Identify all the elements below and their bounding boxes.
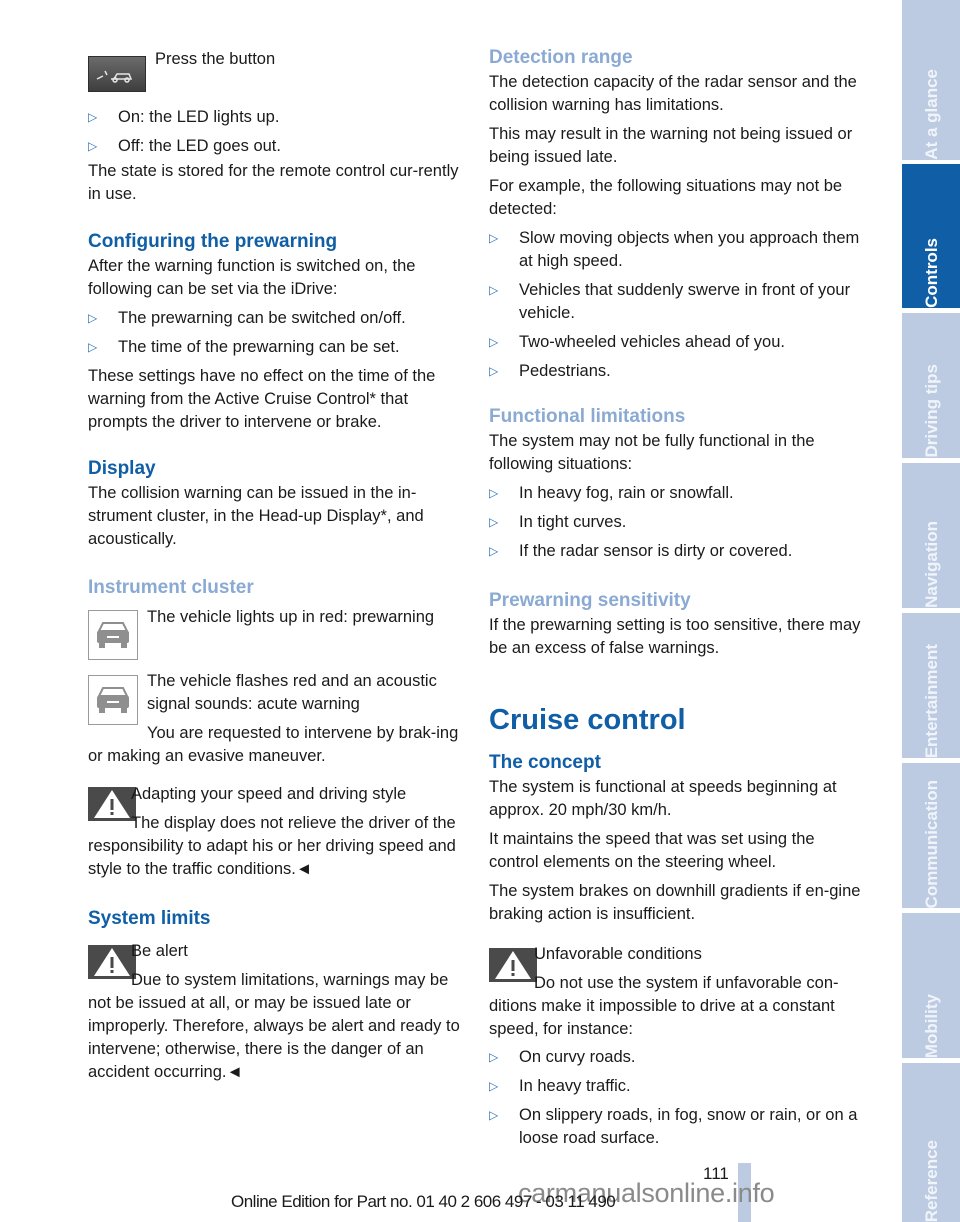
tab-communication[interactable]: Communication bbox=[902, 763, 960, 908]
button-caption: Press the button bbox=[155, 50, 276, 68]
list-item: ▷ Pedestrians. bbox=[489, 360, 863, 383]
configuring-list: ▷ The prewarning can be switched on/off. … bbox=[88, 307, 462, 359]
heading-system-limits: System limits bbox=[88, 908, 211, 929]
car-prewarning-icon bbox=[88, 610, 138, 660]
acute-warning-text: The vehicle flashes red and an acoustic … bbox=[147, 672, 437, 713]
heading-display: Display bbox=[88, 458, 156, 479]
heading-the-concept: The concept bbox=[489, 752, 601, 773]
tab-controls[interactable]: Controls bbox=[902, 164, 960, 308]
concept-p2: It maintains the speed that was set usin… bbox=[489, 830, 815, 871]
bullet-icon: ▷ bbox=[489, 335, 499, 349]
warning-be-alert-title: Be alert bbox=[131, 942, 188, 960]
bullet-icon: ▷ bbox=[489, 283, 499, 297]
bullet-icon: ▷ bbox=[489, 1079, 499, 1093]
edition-footer: Online Edition for Part no. 01 40 2 606 … bbox=[231, 1192, 616, 1211]
tab-at-a-glance[interactable]: At a glance bbox=[902, 0, 960, 160]
list-item: ▷ Off: the LED goes out. bbox=[88, 135, 462, 158]
configuring-note: These settings have no effect on the tim… bbox=[88, 367, 436, 431]
detection-list: ▷ Slow moving objects when you approach t… bbox=[489, 227, 863, 383]
configuring-intro: After the warning function is switched o… bbox=[88, 257, 416, 298]
list-item: ▷ In tight curves. bbox=[489, 511, 863, 534]
warning-adapting-title: Adapting your speed and driving style bbox=[131, 785, 407, 803]
heading-instrument-cluster: Instrument cluster bbox=[88, 577, 254, 598]
warning-be-alert-text: Due to system limitations, warnings may … bbox=[88, 971, 460, 1081]
bullet-icon: ▷ bbox=[489, 486, 499, 500]
tab-mobility[interactable]: Mobility bbox=[902, 913, 960, 1058]
list-item: ▷ On: the LED lights up. bbox=[88, 106, 462, 129]
bullet-icon: ▷ bbox=[489, 364, 499, 378]
functional-list: ▷ In heavy fog, rain or snowfall. ▷ In tig… bbox=[489, 482, 863, 563]
intervene-request-text: You are requested to intervene by brak-i… bbox=[88, 724, 459, 765]
unfavorable-list: ▷ On curvy roads. ▷ In heavy traffic. ▷ On … bbox=[489, 1046, 863, 1150]
detection-p3: For example, the following situations ma… bbox=[489, 177, 843, 218]
list-item: ▷ In heavy traffic. bbox=[489, 1075, 863, 1098]
warning-unfavorable-title: Unfavorable conditions bbox=[534, 945, 702, 963]
list-item: ▷ On curvy roads. bbox=[489, 1046, 863, 1069]
heading-configuring: Configuring the prewarning bbox=[88, 231, 338, 252]
tab-reference[interactable]: Reference bbox=[902, 1063, 960, 1222]
list-item: ▷ Two-wheeled vehicles ahead of you. bbox=[489, 331, 863, 354]
list-item: ▷ If the radar sensor is dirty or covered… bbox=[489, 540, 863, 563]
heading-prewarning-sensitivity: Prewarning sensitivity bbox=[489, 590, 691, 611]
list-item: ▷ The time of the prewarning can be set. bbox=[88, 336, 462, 359]
heading-cruise-control: Cruise control bbox=[489, 704, 686, 736]
collision-warning-button-icon bbox=[88, 56, 146, 92]
functional-intro: The system may not be fully functional i… bbox=[489, 432, 815, 473]
concept-p1: The system is functional at speeds begin… bbox=[489, 778, 837, 819]
list-item: ▷ The prewarning can be switched on/off. bbox=[88, 307, 462, 330]
tab-driving-tips[interactable]: Driving tips bbox=[902, 313, 960, 458]
bullet-icon: ▷ bbox=[88, 311, 98, 325]
concept-p3: The system brakes on downhill gradients … bbox=[489, 882, 861, 923]
state-text: The state is stored for the remote contr… bbox=[88, 162, 459, 203]
bullet-icon: ▷ bbox=[489, 515, 499, 529]
detection-p1: The detection capacity of the radar sens… bbox=[489, 73, 857, 114]
car-acute-warning-icon bbox=[88, 675, 138, 725]
list-item: ▷ On slippery roads, in fog, snow or rain… bbox=[489, 1106, 858, 1147]
tab-navigation[interactable]: Navigation bbox=[902, 463, 960, 608]
bullet-icon: ▷ bbox=[489, 231, 499, 245]
on-off-list: ▷ On: the LED lights up. ▷ Off: the LED go… bbox=[88, 106, 462, 158]
warning-unfavorable-text: Do not use the system if unfavorable con… bbox=[489, 974, 839, 1038]
list-item: ▷ In heavy fog, rain or snowfall. bbox=[489, 482, 863, 505]
bullet-icon: ▷ bbox=[489, 1050, 499, 1064]
display-text: The collision warning can be issued in t… bbox=[88, 484, 424, 548]
bullet-icon: ▷ bbox=[489, 544, 499, 558]
heading-detection-range: Detection range bbox=[489, 47, 633, 68]
bullet-icon: ▷ bbox=[88, 340, 98, 354]
list-item: ▷ Slow moving objects when you approach t… bbox=[489, 229, 860, 270]
bullet-icon: ▷ bbox=[489, 1108, 499, 1122]
heading-functional-limitations: Functional limitations bbox=[489, 406, 686, 427]
tab-entertainment[interactable]: Entertainment bbox=[902, 613, 960, 758]
warning-adapting-text: The display does not relieve the driver … bbox=[88, 814, 456, 878]
bullet-icon: ▷ bbox=[88, 110, 98, 124]
sensitivity-text: If the prewarning setting is too sensiti… bbox=[489, 616, 861, 657]
prewarning-text: The vehicle lights up in red: prewarning bbox=[147, 608, 435, 626]
bullet-icon: ▷ bbox=[88, 139, 98, 153]
detection-p2: This may result in the warning not being… bbox=[489, 125, 853, 166]
list-item: ▷ Vehicles that suddenly swerve in front … bbox=[489, 281, 851, 322]
